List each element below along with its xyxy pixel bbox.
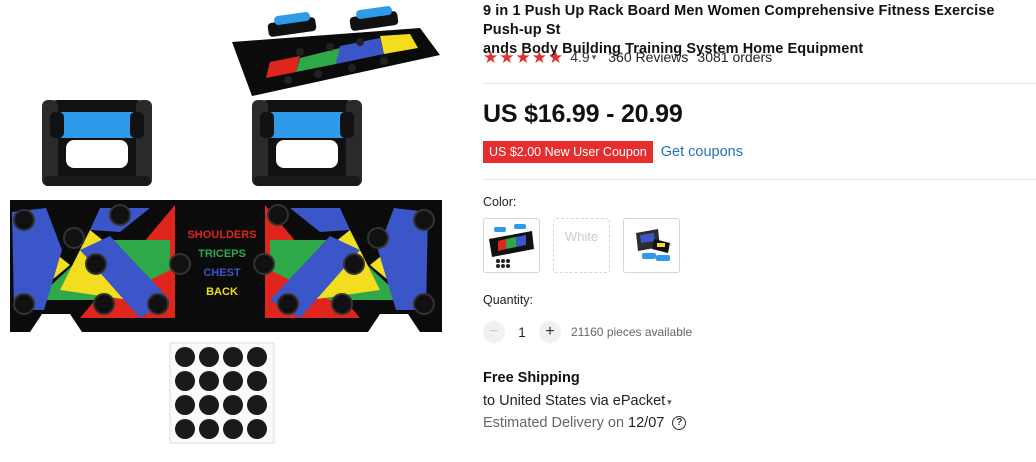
price: US $16.99 - 20.99 bbox=[483, 100, 683, 128]
left-handle bbox=[42, 100, 152, 186]
delivery-date: 12/07 bbox=[628, 415, 665, 431]
label-triceps: TRICEPS bbox=[198, 248, 246, 260]
rating-stars: ★ ★ ★ ★ ★ bbox=[483, 49, 564, 66]
swatch-board-box[interactable] bbox=[623, 218, 680, 273]
star-icon: ★ bbox=[483, 47, 499, 67]
label-chest: CHEST bbox=[203, 267, 241, 279]
shipping-method-text: to United States via ePacket bbox=[483, 393, 666, 409]
get-coupons-link[interactable]: Get coupons bbox=[661, 144, 743, 160]
quantity-input[interactable]: 1 bbox=[505, 325, 539, 340]
quantity-label: Quantity: bbox=[483, 293, 534, 307]
shipping-method[interactable]: to United States via ePacket ▾ bbox=[483, 393, 672, 409]
pieces-available: 21160 pieces available bbox=[571, 325, 693, 339]
divider bbox=[483, 179, 1036, 180]
label-shoulders: SHOULDERS bbox=[187, 229, 256, 241]
star-icon: ★ bbox=[531, 47, 547, 67]
rating-row: ★ ★ ★ ★ ★ 4.9 ▾ 360 Reviews 3081 orders bbox=[483, 47, 781, 67]
quantity-stepper: − 1 + 21160 pieces available bbox=[483, 321, 692, 343]
foot-pads-sheet bbox=[169, 342, 275, 444]
swatch-board-set[interactable] bbox=[483, 218, 540, 273]
estimated-delivery: Estimated Delivery on 12/07 ? bbox=[483, 415, 687, 431]
free-shipping-title: Free Shipping bbox=[483, 370, 580, 386]
title-line-1: 9 in 1 Push Up Rack Board Men Women Comp… bbox=[483, 3, 995, 38]
swatch-white[interactable]: White bbox=[553, 218, 610, 273]
color-label: Color: bbox=[483, 195, 517, 209]
right-handle bbox=[252, 100, 362, 186]
label-back: BACK bbox=[206, 286, 238, 298]
color-swatches: White bbox=[483, 218, 693, 273]
star-icon: ★ bbox=[515, 47, 531, 67]
rating-value[interactable]: 4.9 bbox=[570, 49, 589, 65]
plus-icon[interactable]: + bbox=[539, 321, 561, 343]
main-board: SHOULDERS TRICEPS CHEST BACK bbox=[10, 200, 442, 332]
pushup-box-thumbnail-icon bbox=[636, 229, 670, 261]
minus-icon[interactable]: − bbox=[483, 321, 505, 343]
coupon-row: US $2.00 New User Coupon Get coupons bbox=[483, 141, 743, 163]
help-icon[interactable]: ? bbox=[672, 416, 687, 430]
star-icon: ★ bbox=[499, 47, 515, 67]
chevron-down-icon[interactable]: ▾ bbox=[592, 52, 597, 63]
chevron-down-icon: ▾ bbox=[667, 397, 672, 407]
pushup-board-thumbnail-icon bbox=[489, 224, 534, 268]
product-image-graphic: SHOULDERS TRICEPS CHEST BACK bbox=[10, 6, 442, 444]
orders-count: 3081 orders bbox=[697, 49, 773, 65]
new-user-coupon-badge: US $2.00 New User Coupon bbox=[483, 141, 653, 163]
star-icon: ★ bbox=[548, 47, 564, 67]
product-image[interactable]: SHOULDERS TRICEPS CHEST BACK bbox=[0, 0, 460, 457]
divider bbox=[483, 83, 1036, 84]
delivery-label: Estimated Delivery on bbox=[483, 415, 625, 431]
top-board-preview bbox=[232, 6, 440, 96]
reviews-link[interactable]: 360 Reviews bbox=[608, 49, 688, 65]
product-info: 9 in 1 Push Up Rack Board Men Women Comp… bbox=[483, 0, 1036, 457]
swatch-white-label: White bbox=[564, 229, 599, 244]
